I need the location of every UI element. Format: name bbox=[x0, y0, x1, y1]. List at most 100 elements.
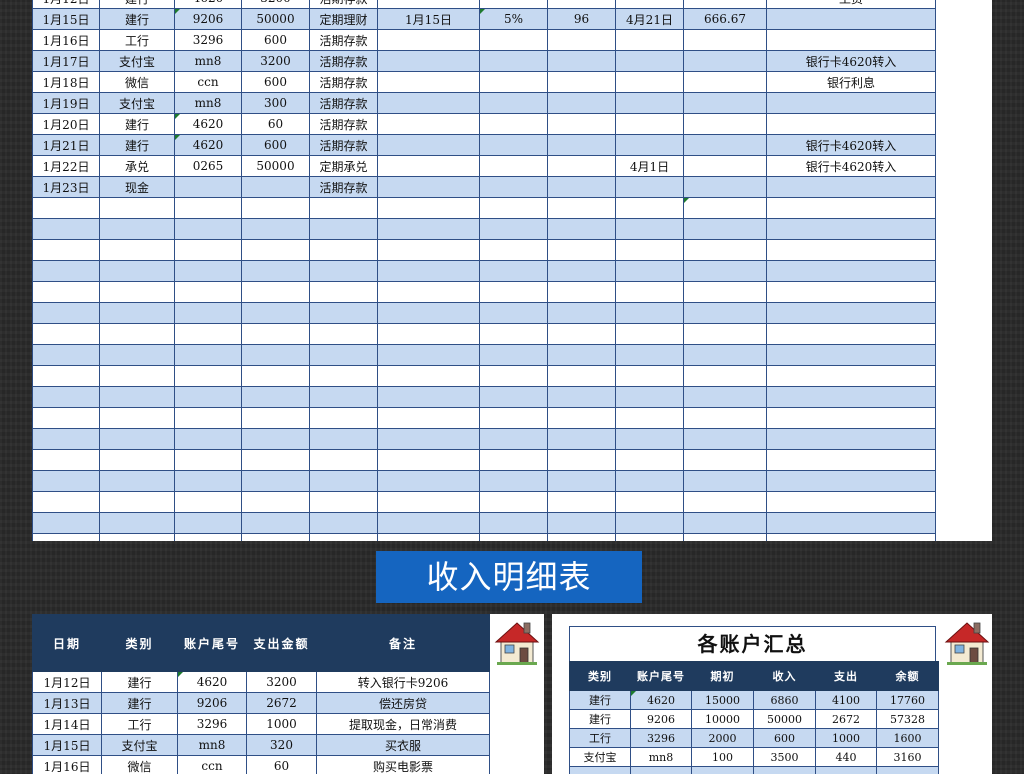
empty-cell[interactable] bbox=[684, 240, 767, 261]
empty-cell[interactable] bbox=[175, 345, 242, 366]
empty-cell[interactable] bbox=[378, 303, 480, 324]
empty-cell[interactable] bbox=[242, 282, 310, 303]
table-cell[interactable] bbox=[378, 114, 480, 135]
column-header[interactable]: 账户尾号 bbox=[631, 662, 692, 691]
empty-cell[interactable] bbox=[616, 387, 684, 408]
empty-cell[interactable] bbox=[480, 408, 548, 429]
empty-cell[interactable] bbox=[548, 366, 616, 387]
empty-cell[interactable] bbox=[548, 492, 616, 513]
empty-cell[interactable] bbox=[242, 240, 310, 261]
table-cell[interactable]: 1600 bbox=[877, 729, 939, 748]
empty-cell[interactable] bbox=[480, 303, 548, 324]
empty-cell[interactable] bbox=[100, 324, 175, 345]
table-cell[interactable] bbox=[480, 0, 548, 9]
table-cell[interactable]: 2672 bbox=[247, 693, 317, 714]
empty-cell[interactable] bbox=[175, 429, 242, 450]
empty-cell[interactable] bbox=[684, 492, 767, 513]
table-cell[interactable]: 2672 bbox=[816, 710, 877, 729]
column-header[interactable]: 收入 bbox=[754, 662, 816, 691]
empty-cell[interactable] bbox=[242, 345, 310, 366]
table-cell[interactable]: 活期存款 bbox=[310, 72, 378, 93]
empty-cell[interactable] bbox=[378, 450, 480, 471]
empty-cell[interactable] bbox=[767, 240, 936, 261]
empty-cell[interactable] bbox=[242, 429, 310, 450]
table-cell[interactable]: 600 bbox=[242, 135, 310, 156]
empty-cell[interactable] bbox=[767, 513, 936, 534]
table-cell[interactable] bbox=[767, 9, 936, 30]
table-cell[interactable] bbox=[480, 135, 548, 156]
table-cell[interactable]: 10000 bbox=[692, 710, 754, 729]
empty-cell[interactable] bbox=[616, 408, 684, 429]
empty-cell[interactable] bbox=[33, 471, 100, 492]
empty-cell[interactable] bbox=[548, 303, 616, 324]
empty-cell[interactable] bbox=[616, 324, 684, 345]
table-cell[interactable] bbox=[242, 177, 310, 198]
table-cell[interactable]: 1月20日 bbox=[33, 114, 100, 135]
table-cell[interactable]: 活期存款 bbox=[310, 51, 378, 72]
table-cell[interactable]: 50000 bbox=[754, 710, 816, 729]
empty-cell[interactable] bbox=[480, 471, 548, 492]
table-cell[interactable] bbox=[548, 156, 616, 177]
table-cell[interactable]: 0265 bbox=[175, 156, 242, 177]
empty-cell[interactable] bbox=[310, 450, 378, 471]
table-cell[interactable]: 银行利息 bbox=[767, 72, 936, 93]
table-cell[interactable]: 活期存款 bbox=[310, 135, 378, 156]
empty-cell[interactable] bbox=[378, 345, 480, 366]
empty-cell[interactable] bbox=[378, 429, 480, 450]
empty-cell[interactable] bbox=[684, 261, 767, 282]
empty-cell[interactable] bbox=[242, 450, 310, 471]
column-header[interactable]: 支出 bbox=[816, 662, 877, 691]
empty-cell[interactable] bbox=[378, 219, 480, 240]
empty-cell[interactable] bbox=[684, 324, 767, 345]
empty-cell[interactable] bbox=[242, 303, 310, 324]
table-cell[interactable]: 建行 bbox=[102, 693, 178, 714]
empty-cell[interactable] bbox=[100, 282, 175, 303]
empty-cell[interactable] bbox=[616, 240, 684, 261]
empty-cell[interactable] bbox=[616, 303, 684, 324]
empty-cell[interactable] bbox=[548, 513, 616, 534]
table-cell[interactable]: 转入银行卡9206 bbox=[317, 672, 490, 693]
empty-cell[interactable] bbox=[616, 282, 684, 303]
table-cell[interactable]: 1000 bbox=[247, 714, 317, 735]
empty-cell[interactable] bbox=[33, 387, 100, 408]
table-cell[interactable]: 建行 bbox=[570, 691, 631, 710]
table-cell[interactable]: 600 bbox=[242, 72, 310, 93]
empty-cell[interactable] bbox=[175, 240, 242, 261]
empty-cell[interactable] bbox=[33, 261, 100, 282]
column-header[interactable]: 期初 bbox=[692, 662, 754, 691]
empty-cell[interactable] bbox=[480, 261, 548, 282]
table-cell[interactable]: 1月23日 bbox=[33, 177, 100, 198]
empty-cell[interactable] bbox=[548, 282, 616, 303]
empty-cell[interactable] bbox=[548, 240, 616, 261]
table-cell[interactable]: 3296 bbox=[631, 729, 692, 748]
table-cell[interactable] bbox=[616, 114, 684, 135]
table-cell[interactable] bbox=[684, 156, 767, 177]
empty-cell[interactable] bbox=[242, 219, 310, 240]
table-cell[interactable] bbox=[767, 30, 936, 51]
empty-cell[interactable] bbox=[33, 492, 100, 513]
empty-cell[interactable] bbox=[480, 387, 548, 408]
empty-cell[interactable] bbox=[378, 492, 480, 513]
table-cell[interactable] bbox=[480, 30, 548, 51]
empty-cell[interactable] bbox=[242, 492, 310, 513]
empty-cell[interactable] bbox=[378, 387, 480, 408]
table-cell[interactable]: 50000 bbox=[242, 156, 310, 177]
empty-cell[interactable] bbox=[175, 471, 242, 492]
table-cell[interactable]: 600 bbox=[754, 729, 816, 748]
empty-cell[interactable] bbox=[767, 324, 936, 345]
empty-cell[interactable] bbox=[378, 534, 480, 542]
empty-cell[interactable] bbox=[242, 471, 310, 492]
table-cell[interactable]: 工行 bbox=[570, 729, 631, 748]
empty-cell[interactable] bbox=[684, 219, 767, 240]
table-cell[interactable] bbox=[378, 51, 480, 72]
table-cell[interactable]: 支付宝 bbox=[100, 51, 175, 72]
table-cell[interactable]: 建行 bbox=[570, 710, 631, 729]
table-cell[interactable]: 工行 bbox=[102, 714, 178, 735]
empty-cell[interactable] bbox=[616, 345, 684, 366]
empty-cell[interactable] bbox=[378, 366, 480, 387]
table-cell[interactable] bbox=[616, 30, 684, 51]
empty-cell[interactable] bbox=[242, 198, 310, 219]
table-cell[interactable]: 9206 bbox=[178, 693, 247, 714]
table-cell[interactable]: 9206 bbox=[175, 9, 242, 30]
table-cell[interactable]: 银行卡4620转入 bbox=[767, 51, 936, 72]
